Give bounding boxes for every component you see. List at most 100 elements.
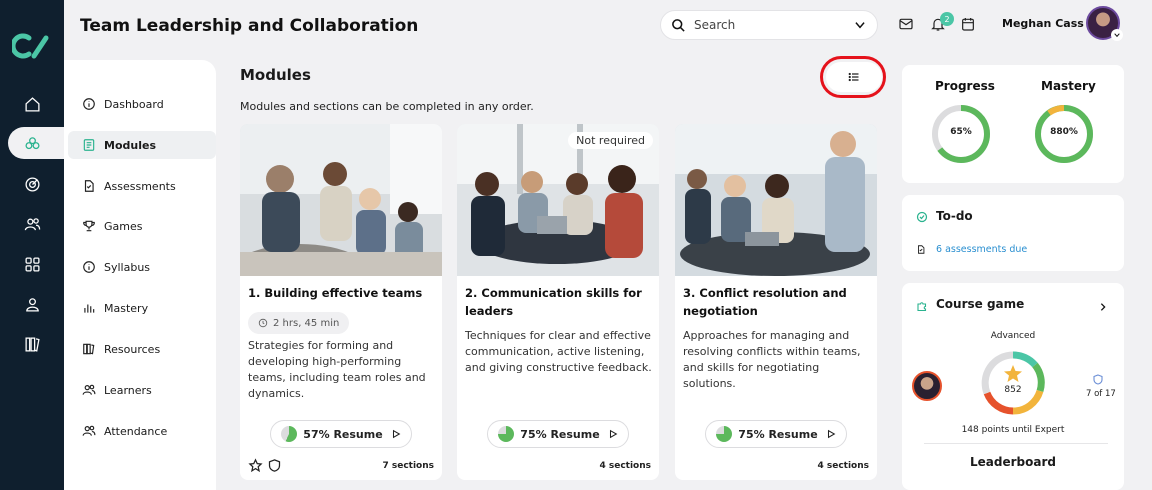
course-game-panel: Course game Advanced 852 7 of 17 148 poi… (902, 283, 1124, 490)
nav-item-label: Assessments (104, 179, 176, 193)
points-until-text: 148 points until Expert (961, 425, 1065, 435)
module-description: Strategies for forming and developing hi… (248, 339, 426, 400)
nav-item-label: Attendance (104, 424, 168, 438)
module-photo (240, 124, 442, 276)
left-rail (0, 0, 78, 490)
nav-item-modules[interactable]: Modules (68, 131, 216, 159)
modules-subtitle: Modules and sections can be completed in… (240, 100, 534, 113)
avatar-chevron-icon[interactable] (1111, 29, 1123, 41)
library-icon[interactable] (20, 332, 44, 356)
secondary-nav: Dashboard Modules Assessments Games Syll… (64, 60, 216, 490)
progress-panel: Progress Mastery 65% 880% (902, 65, 1124, 183)
nav-item-games[interactable]: Games (68, 212, 216, 240)
nav-item-syllabus[interactable]: Syllabus (68, 253, 216, 281)
resume-button[interactable]: 75% Resume (705, 420, 847, 448)
grid-icon[interactable] (20, 252, 44, 276)
module-description: Approaches for managing and resolving co… (683, 329, 861, 390)
mastery-value: 880% (1050, 127, 1078, 137)
calendar-icon[interactable] (958, 14, 978, 34)
level-label: Advanced (990, 331, 1036, 341)
highlight-annotation (820, 56, 886, 98)
nav-item-label: Dashboard (104, 97, 164, 111)
shield-icon (1093, 374, 1103, 385)
nav-item-dashboard[interactable]: Dashboard (68, 90, 216, 118)
assessments-due-link[interactable]: 6 assessments due (936, 244, 1027, 255)
users-icon (82, 384, 96, 395)
duration-text: 2 hrs, 45 min (273, 317, 340, 329)
home-icon[interactable] (20, 92, 44, 116)
book-icon (83, 139, 95, 151)
people-icon[interactable] (20, 212, 44, 236)
player-avatar (912, 371, 942, 401)
nav-item-label: Resources (104, 342, 161, 356)
module-title[interactable]: 1. Building effective teams (248, 284, 438, 302)
module-photo: Not required (457, 124, 659, 276)
play-icon (827, 429, 836, 439)
resume-label: 75% Resume (520, 427, 600, 441)
progress-value: 65% (950, 127, 972, 137)
mail-icon[interactable] (896, 14, 916, 34)
leaderboard-heading[interactable]: Leaderboard (902, 455, 1124, 469)
books-icon (83, 343, 95, 355)
module-description: Techniques for clear and effective commu… (465, 329, 652, 374)
info-icon (83, 261, 95, 273)
progress-pie-icon (716, 426, 733, 442)
file-icon (84, 180, 94, 192)
progress-pie-icon (498, 426, 515, 442)
todo-title: To-do (936, 209, 973, 223)
nav-item-label: Modules (104, 138, 156, 152)
level-gauge (981, 351, 1045, 415)
resume-button[interactable]: 75% Resume (487, 420, 629, 448)
duration-badge: 2 hrs, 45 min (248, 312, 350, 334)
divider (924, 443, 1108, 444)
module-card[interactable]: Not required 2. Communication skills for… (457, 124, 659, 480)
module-title[interactable]: 3. Conflict resolution and negotiation (683, 284, 873, 320)
play-icon (392, 429, 401, 439)
users-icon (82, 425, 96, 436)
chevron-down-icon[interactable] (853, 18, 867, 32)
shield-icon[interactable] (267, 458, 282, 473)
person-icon[interactable] (20, 292, 44, 316)
nav-item-label: Learners (104, 383, 152, 397)
user-name[interactable]: Meghan Cass (1002, 17, 1084, 30)
sections-count: 7 sections (382, 461, 434, 471)
progress-pie-icon (281, 426, 298, 442)
module-title[interactable]: 2. Communication skills for leaders (465, 284, 655, 320)
modules-icon[interactable] (20, 131, 44, 155)
bar-chart-icon (84, 304, 95, 313)
not-required-tag: Not required (568, 132, 653, 149)
nav-item-label: Games (104, 219, 143, 233)
trophy-icon (83, 220, 95, 232)
card-actions (248, 458, 282, 473)
module-card[interactable]: 3. Conflict resolution and negotiation A… (675, 124, 877, 480)
file-icon (918, 245, 925, 254)
mastery-label: Mastery (1041, 79, 1096, 93)
nav-item-resources[interactable]: Resources (68, 335, 216, 363)
module-photo (675, 124, 877, 276)
page-title: Team Leadership and Collaboration (80, 16, 419, 36)
nav-item-attendance[interactable]: Attendance (68, 417, 216, 445)
nav-item-learners[interactable]: Learners (68, 376, 216, 404)
resume-label: 75% Resume (738, 427, 818, 441)
module-card[interactable]: 1. Building effective teams 2 hrs, 45 mi… (240, 124, 442, 480)
score-value: 852 (1004, 385, 1022, 395)
progress-label: Progress (935, 79, 995, 93)
target-icon[interactable] (20, 172, 44, 196)
sections-count: 4 sections (599, 461, 651, 471)
info-icon (83, 98, 95, 110)
nav-item-label: Mastery (104, 301, 149, 315)
nav-item-assessments[interactable]: Assessments (68, 172, 216, 200)
nav-item-label: Syllabus (104, 260, 151, 274)
chevron-right-icon[interactable] (1098, 302, 1108, 312)
resume-button[interactable]: 57% Resume (270, 420, 412, 448)
nav-item-mastery[interactable]: Mastery (68, 294, 216, 322)
star-icon[interactable] (248, 458, 263, 473)
sections-count: 4 sections (817, 461, 869, 471)
modules-heading: Modules (240, 66, 311, 84)
todo-panel: To-do 6 assessments due (902, 195, 1124, 271)
app-logo[interactable] (12, 30, 52, 62)
search-input[interactable] (694, 18, 844, 32)
search-box[interactable] (660, 10, 878, 40)
notification-badge: 2 (940, 12, 954, 26)
course-game-title: Course game (936, 297, 1025, 311)
